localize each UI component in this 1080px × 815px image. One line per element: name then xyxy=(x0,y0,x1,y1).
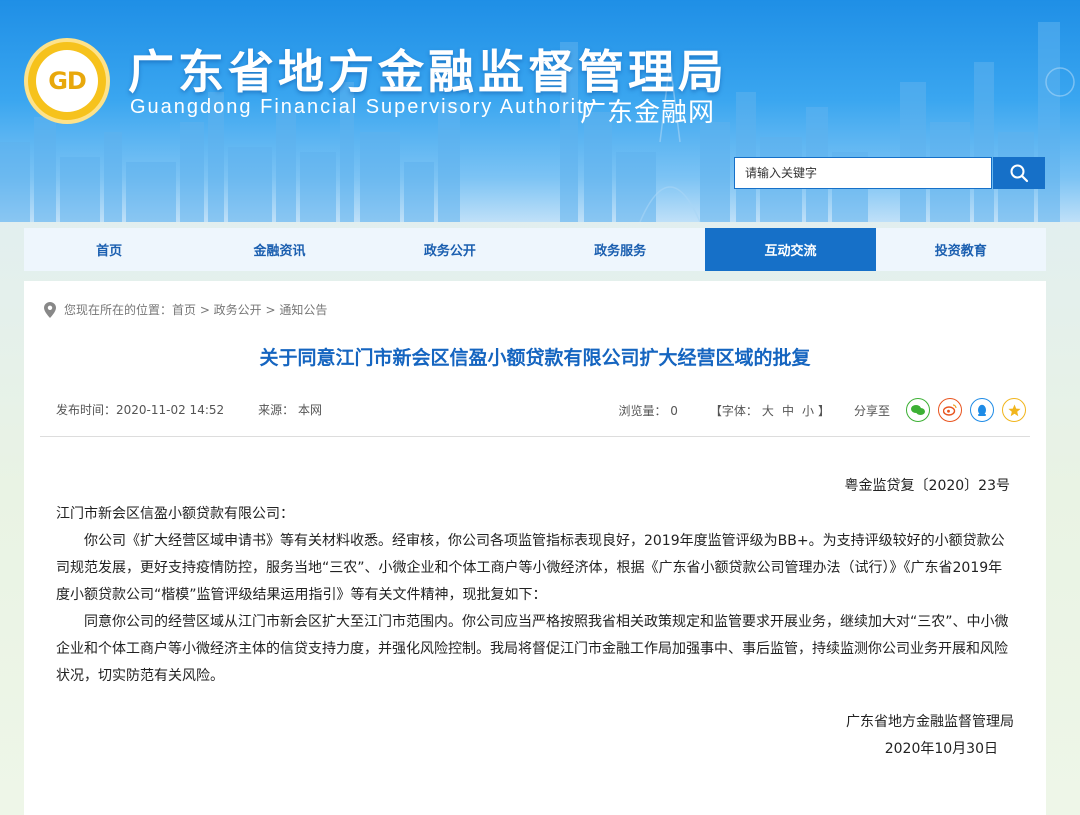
font-size-control: 【字体： 大中小】 xyxy=(710,402,830,419)
nav-financial-news[interactable]: 金融资讯 xyxy=(194,228,364,271)
search-input[interactable]: 请输入关键字 xyxy=(734,157,992,189)
document-number: 粤金监贷复〔2020〕23号 xyxy=(844,478,1010,494)
article-source: 来源： 本网 xyxy=(258,403,322,417)
wechat-icon[interactable] xyxy=(906,398,930,422)
site-subtitle: Guangdong Financial Supervisory Authorit… xyxy=(130,96,597,118)
font-medium-button[interactable]: 中 xyxy=(782,404,794,418)
weibo-icon[interactable] xyxy=(938,398,962,422)
nav-investor-education[interactable]: 投资教育 xyxy=(876,228,1046,271)
meta-divider xyxy=(40,436,1030,437)
article-panel: 您现在所在的位置：首页 > 政务公开 > 通知公告 关于同意江门市新会区信盈小额… xyxy=(24,281,1046,815)
body-paragraph-1: 你公司《扩大经营区域申请书》等有关材料收悉。经审核，你公司各项监管指标表现良好，… xyxy=(56,533,1005,603)
header-banner: GD 广东省地方金融监督管理局 Guangdong Financial Supe… xyxy=(0,0,1080,222)
breadcrumb-text[interactable]: 您现在所在的位置：首页 > 政务公开 > 通知公告 xyxy=(64,301,327,318)
recipient-line: 江门市新会区信盈小额贷款有限公司： xyxy=(56,506,294,522)
nav-interaction[interactable]: 互动交流 xyxy=(705,228,876,271)
publish-time: 发布时间：2020-11-02 14:52 xyxy=(56,403,225,417)
qzone-icon[interactable] xyxy=(1002,398,1026,422)
issue-date: 2020年10月30日 xyxy=(884,741,998,757)
font-small-button[interactable]: 小 xyxy=(802,404,814,418)
breadcrumb: 您现在所在的位置：首页 > 政务公开 > 通知公告 xyxy=(44,301,327,318)
location-pin-icon xyxy=(44,301,56,318)
site-network-name: 广东金融网 xyxy=(580,98,716,128)
font-large-button[interactable]: 大 xyxy=(762,404,774,418)
article-title: 关于同意江门市新会区信盈小额贷款有限公司扩大经营区域的批复 xyxy=(259,347,811,369)
nav-government-affairs-disclosure[interactable]: 政务公开 xyxy=(365,228,535,271)
signature-block: 广东省地方金融监督管理局 2020年10月30日 xyxy=(846,709,1014,763)
share-icons xyxy=(906,398,1026,422)
view-count: 浏览量： 0 xyxy=(618,403,678,418)
main-nav: 首页 金融资讯 政务公开 政务服务 互动交流 投资教育 xyxy=(24,228,1046,271)
share-label: 分享至 xyxy=(853,403,890,418)
font-label-close: 】 xyxy=(817,403,830,418)
nav-home[interactable]: 首页 xyxy=(24,228,194,271)
search-icon xyxy=(1010,164,1029,183)
font-label-open: 【字体： xyxy=(709,403,758,418)
body-paragraph-2: 同意你公司的经营区域从江门市新会区扩大至江门市范围内。你公司应当严格按照我省相关… xyxy=(56,614,1009,684)
search-button[interactable] xyxy=(993,157,1045,189)
logo-text: GD xyxy=(36,50,98,112)
gd-logo[interactable]: GD xyxy=(24,38,110,124)
nav-government-services[interactable]: 政务服务 xyxy=(535,228,705,271)
article-meta: 发布时间：2020-11-02 14:52 来源： 本网 浏览量： 0 【字体：… xyxy=(56,398,1026,422)
article-body: 江门市新会区信盈小额贷款有限公司： 你公司《扩大经营区域申请书》等有关材料收悉。… xyxy=(56,501,1016,690)
qq-icon[interactable] xyxy=(970,398,994,422)
issuing-authority: 广东省地方金融监督管理局 xyxy=(846,714,1014,730)
